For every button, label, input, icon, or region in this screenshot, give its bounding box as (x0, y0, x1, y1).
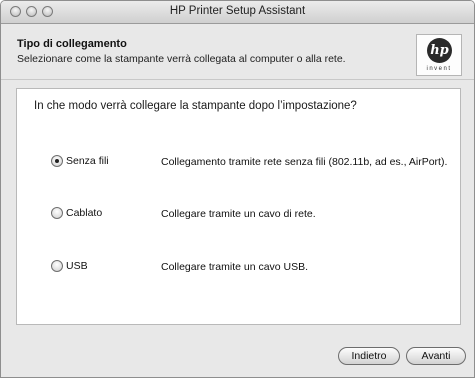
option-wireless-label[interactable]: Senza fili (66, 155, 109, 167)
connection-panel: In che modo verrà collegare la stampante… (16, 88, 461, 325)
option-wireless[interactable]: Senza fili (51, 155, 161, 169)
hp-logo: hp invent (416, 34, 462, 76)
title-bar[interactable]: HP Printer Setup Assistant (1, 1, 474, 24)
setup-assistant-window: HP Printer Setup Assistant Tipo di colle… (0, 0, 475, 378)
header-divider (1, 79, 474, 80)
next-button[interactable]: Avanti (406, 347, 466, 365)
connection-question: In che modo verrà collegare la stampante… (34, 100, 357, 112)
hp-logo-mark: hp (427, 38, 452, 63)
radio-usb[interactable] (51, 260, 63, 272)
back-button[interactable]: Indietro (338, 347, 400, 365)
radio-wireless[interactable] (51, 155, 63, 167)
option-usb-description: Collegare tramite un cavo USB. (161, 261, 309, 273)
option-wireless-description: Collegamento tramite rete senza fili (80… (161, 156, 448, 168)
option-wired[interactable]: Cablato (51, 207, 161, 221)
window-title: HP Printer Setup Assistant (169, 5, 306, 17)
option-wired-description: Collegare tramite un cavo di rete. (161, 208, 316, 220)
hp-logo-tagline: invent (426, 66, 452, 72)
option-wired-label[interactable]: Cablato (66, 207, 102, 219)
radio-wired[interactable] (51, 207, 63, 219)
page-subtitle: Selezionare come la stampante verrà coll… (17, 53, 346, 65)
option-usb[interactable]: USB (51, 260, 161, 274)
page-title: Tipo di collegamento (17, 38, 127, 50)
option-usb-label[interactable]: USB (66, 260, 88, 272)
